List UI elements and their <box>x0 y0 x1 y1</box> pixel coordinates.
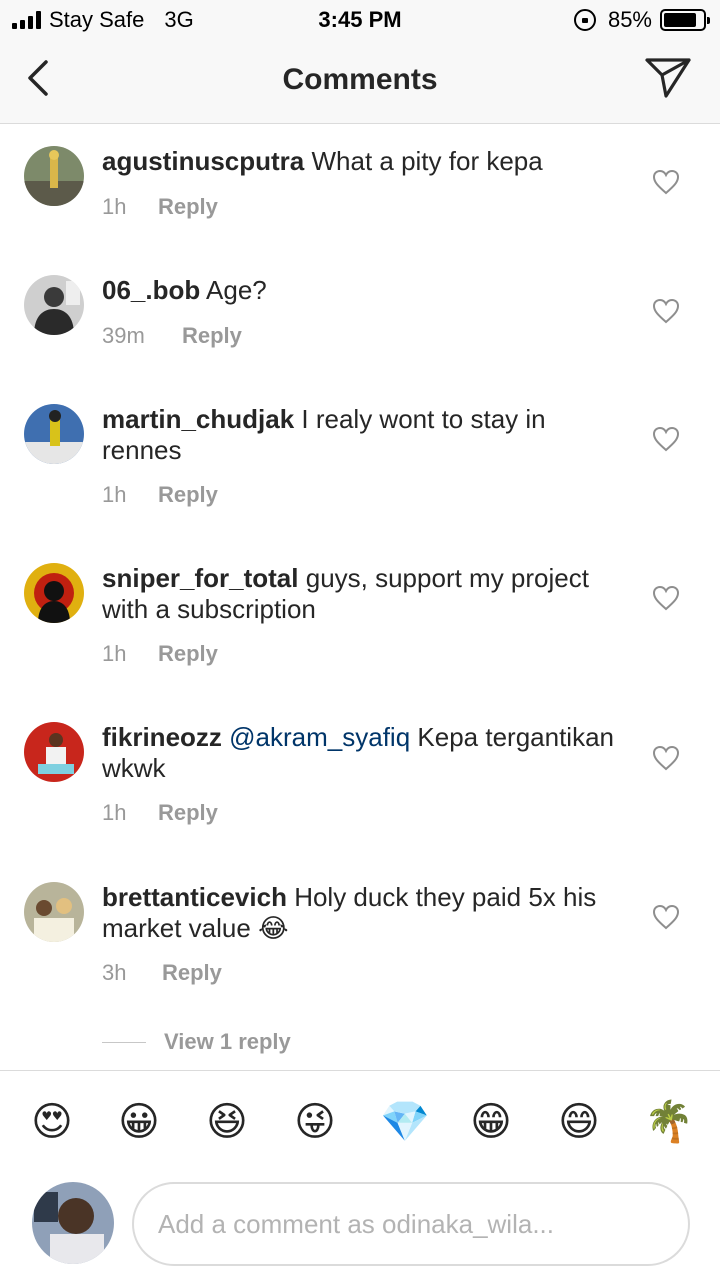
avatar[interactable] <box>24 404 84 464</box>
battery-percent: 85% <box>607 7 652 32</box>
comment-text: brettanticevich Holy duck they paid 5x h… <box>102 882 622 945</box>
comment-text: fikrineozz @akram_syafiq Kepa tergantika… <box>102 722 622 784</box>
comment-mention[interactable]: @akram_syafiq <box>229 722 410 752</box>
reply-button[interactable]: Reply <box>158 641 218 667</box>
comment-meta: 1h Reply <box>102 800 218 826</box>
comment-body: Age? <box>206 275 267 305</box>
comment-text: agustinuscputra What a pity for kepa <box>102 146 622 177</box>
status-bar: Stay Safe 3G 3:45 PM 85% <box>0 0 720 40</box>
view-replies-button[interactable]: View 1 reply <box>102 1029 291 1055</box>
orientation-lock-icon <box>573 9 596 31</box>
laughing-emoji: 😂 <box>258 914 289 944</box>
view-replies-label: View 1 reply <box>164 1029 291 1054</box>
paper-plane-icon[interactable] <box>644 56 692 100</box>
nav-bar: Comments <box>0 40 720 124</box>
comment-username[interactable]: agustinuscputra <box>102 146 304 176</box>
comment-text: 06_.bob Age? <box>102 275 622 306</box>
heart-icon[interactable] <box>652 426 680 452</box>
status-right: 85% <box>573 7 710 33</box>
comment-time: 3h <box>102 960 127 985</box>
avatar[interactable] <box>24 275 84 335</box>
comment-composer <box>0 1170 720 1280</box>
beaming-emoji[interactable]: 😁 <box>468 1099 514 1145</box>
heart-icon[interactable] <box>652 745 680 771</box>
heart-icon[interactable] <box>652 298 680 324</box>
avatar[interactable] <box>24 563 84 623</box>
comment-username[interactable]: sniper_for_total <box>102 563 299 593</box>
winking-tongue-emoji[interactable]: 😜 <box>292 1099 338 1145</box>
comment-username[interactable]: brettanticevich <box>102 882 287 912</box>
battery-icon <box>660 9 710 31</box>
avatar[interactable] <box>24 146 84 206</box>
reply-button[interactable]: Reply <box>158 194 218 220</box>
reply-button[interactable]: Reply <box>162 960 222 986</box>
reply-button[interactable]: Reply <box>182 323 242 349</box>
smiling-emoji[interactable]: 😄 <box>556 1099 602 1145</box>
emoji-bar: 😍 😀 😆 😜 💎 😁 😄 🌴 <box>0 1070 720 1170</box>
reply-button[interactable]: Reply <box>158 800 218 826</box>
grinning-emoji[interactable]: 😀 <box>116 1099 162 1145</box>
comment-meta: 1h Reply <box>102 641 218 667</box>
avatar[interactable] <box>24 722 84 782</box>
comment-username[interactable]: 06_.bob <box>102 275 200 305</box>
comment-meta: 39m Reply <box>102 323 242 349</box>
comment-time: 1h <box>102 800 127 825</box>
battery-fill <box>664 13 697 27</box>
comment-text: martin_chudjak I realy wont to stay in r… <box>102 404 622 466</box>
comment-text: sniper_for_total guys, support my projec… <box>102 563 622 625</box>
comment-input[interactable] <box>132 1182 690 1266</box>
heart-icon[interactable] <box>652 169 680 195</box>
divider-line <box>102 1041 146 1043</box>
comment-meta: 1h Reply <box>102 194 218 220</box>
reply-button[interactable]: Reply <box>158 482 218 508</box>
heart-icon[interactable] <box>652 904 680 930</box>
laughing-squint-emoji[interactable]: 😆 <box>204 1099 250 1145</box>
heart-icon[interactable] <box>652 585 680 611</box>
comment-body: What a pity for kepa <box>311 146 543 176</box>
comment-meta: 1h Reply <box>102 482 218 508</box>
comment-meta: 3h Reply <box>102 960 222 986</box>
comment-username[interactable]: fikrineozz <box>102 722 222 752</box>
avatar[interactable] <box>24 882 84 942</box>
heart-eyes-emoji[interactable]: 😍 <box>29 1099 75 1145</box>
comment-time: 39m <box>102 323 145 348</box>
comment-time: 1h <box>102 194 127 219</box>
page-title: Comments <box>282 63 438 96</box>
comment-time: 1h <box>102 641 127 666</box>
comment-time: 1h <box>102 482 127 507</box>
avatar[interactable] <box>32 1182 114 1264</box>
palm-tree-emoji[interactable]: 🌴 <box>644 1099 694 1145</box>
gem-emoji[interactable]: 💎 <box>380 1099 430 1145</box>
comment-username[interactable]: martin_chudjak <box>102 404 294 434</box>
